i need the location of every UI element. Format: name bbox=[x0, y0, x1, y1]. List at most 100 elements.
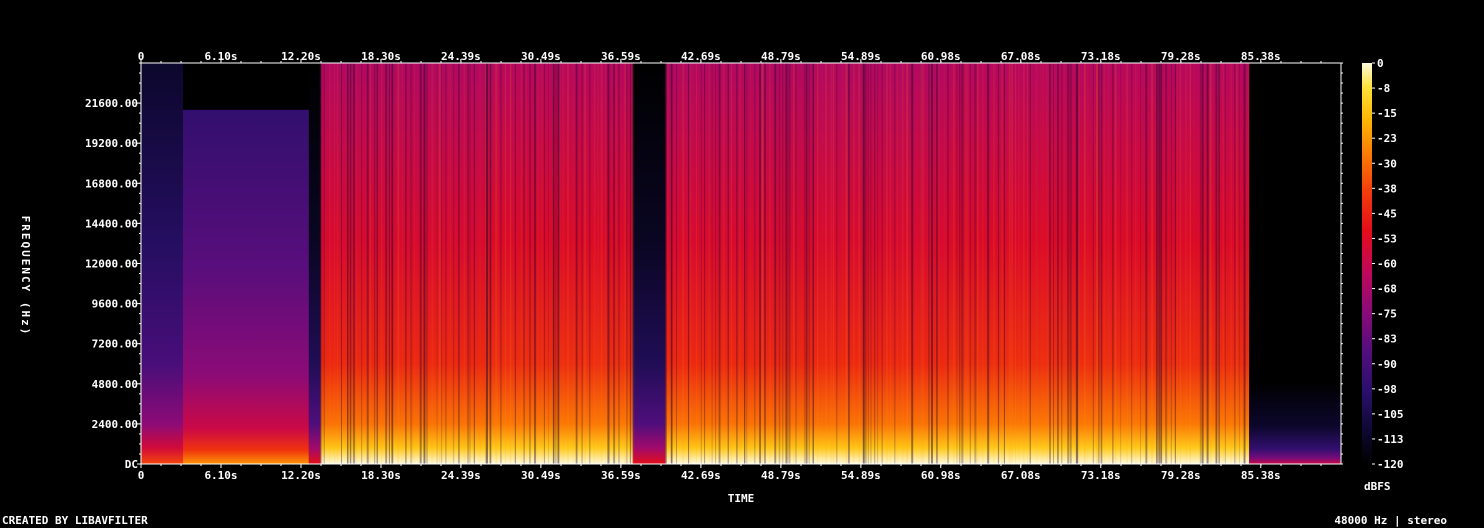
spectrogram-streak bbox=[727, 63, 729, 464]
colorbar-tick-label: -83 bbox=[1377, 333, 1397, 346]
spectrogram-streak bbox=[825, 63, 827, 464]
spectrogram-streak bbox=[881, 63, 883, 464]
spectrogram-streak bbox=[959, 63, 961, 464]
spectrogram-streak bbox=[541, 63, 543, 464]
colorbar-tick-label: -60 bbox=[1377, 258, 1397, 271]
spectrogram-streak bbox=[845, 63, 848, 464]
spectrogram-streak bbox=[534, 63, 537, 464]
spectrogram-streak bbox=[1160, 63, 1163, 464]
x-tick-label: 0 bbox=[138, 469, 145, 482]
y-tick-label: 21600.00 bbox=[85, 97, 138, 110]
y-tick-label: DC bbox=[125, 458, 138, 471]
x-tick-label: 6.10s bbox=[204, 469, 237, 482]
spectrogram-streak bbox=[750, 63, 752, 464]
spectrogram-streak bbox=[901, 63, 904, 464]
spectrogram-streak bbox=[520, 63, 522, 464]
spectrogram-streak bbox=[1112, 63, 1114, 464]
spectrogram-streak bbox=[473, 63, 475, 464]
spectrogram-segment bbox=[183, 109, 309, 464]
spectrogram-streak bbox=[537, 63, 539, 464]
spectrogram-streak bbox=[1040, 63, 1042, 464]
spectrogram-streak bbox=[438, 63, 441, 464]
spectrogram-streak bbox=[593, 63, 596, 464]
spectrogram-streak bbox=[947, 63, 949, 464]
spectrogram-streak bbox=[785, 63, 788, 464]
spectrogram-streak bbox=[1042, 63, 1044, 464]
spectrogram-segment bbox=[141, 63, 183, 464]
spectrogram-segment bbox=[485, 63, 633, 464]
spectrogram-streak bbox=[870, 63, 872, 464]
spectrogram-plot-area bbox=[141, 63, 1341, 464]
spectrogram-streak bbox=[969, 63, 971, 464]
spectrogram-streak bbox=[696, 63, 697, 464]
spectrogram-streak bbox=[624, 63, 626, 464]
spectrogram-streak bbox=[618, 63, 620, 464]
spectrogram-streak bbox=[529, 63, 531, 464]
spectrogram-streak bbox=[1120, 63, 1122, 464]
spectrogram-streak bbox=[682, 63, 685, 464]
x-tick-label: 79.28s bbox=[1161, 469, 1201, 482]
spectrogram-streak bbox=[1201, 63, 1204, 464]
spectrogram-streak bbox=[426, 63, 428, 464]
spectrogram-streak bbox=[626, 63, 628, 464]
spectrogram-streak bbox=[376, 63, 378, 464]
spectrogram-streak bbox=[936, 63, 938, 464]
spectrogram-streak bbox=[1194, 63, 1195, 464]
spectrogram-streak bbox=[795, 63, 797, 464]
spectrogram-streak bbox=[436, 63, 438, 464]
spectrogram-streak bbox=[885, 63, 888, 464]
colorbar-tick-label: -120 bbox=[1377, 458, 1404, 471]
spectrogram-streak bbox=[730, 63, 732, 464]
spectrogram-streak bbox=[1103, 63, 1106, 464]
spectrogram-streak bbox=[778, 63, 781, 464]
spectrogram-streak bbox=[997, 63, 1000, 464]
spectrogram-streak bbox=[1015, 63, 1016, 464]
spectrogram-streak bbox=[821, 63, 823, 464]
segment-body bbox=[320, 63, 486, 464]
spectrogram-streak bbox=[562, 63, 564, 464]
spectrogram-streak bbox=[862, 63, 865, 464]
x-tick-label: 60.98s bbox=[921, 469, 961, 482]
spectrogram-streak bbox=[865, 63, 867, 464]
spectrogram-streak bbox=[1035, 63, 1038, 464]
spectrogram-streak bbox=[956, 63, 958, 464]
y-tick-label: 2400.00 bbox=[92, 418, 138, 431]
spectrogram-streak bbox=[572, 63, 575, 464]
spectrogram-streak bbox=[1011, 63, 1013, 464]
spectrogram-streak bbox=[401, 63, 403, 464]
spectrogram-streak bbox=[1001, 63, 1003, 464]
spectrogram-streak bbox=[329, 63, 331, 464]
spectrogram-streak bbox=[961, 63, 964, 464]
spectrogram-streak bbox=[1078, 63, 1080, 464]
spectrogram-streak bbox=[374, 63, 376, 464]
spectrogram-streak bbox=[1179, 63, 1181, 464]
spectrogram-streak bbox=[665, 63, 667, 464]
spectrogram-streak bbox=[867, 63, 869, 464]
spectrogram-streak bbox=[1185, 63, 1188, 464]
spectrogram-streak bbox=[1046, 63, 1048, 464]
spectrogram-streak bbox=[1100, 63, 1103, 464]
spectrogram-streak bbox=[938, 63, 940, 464]
segment-body bbox=[632, 63, 666, 464]
y-tick-label: 16800.00 bbox=[85, 177, 138, 190]
spectrogram-streak bbox=[500, 63, 502, 464]
spectrogram-streak bbox=[334, 63, 335, 464]
spectrogram-streak bbox=[485, 63, 488, 464]
spectrogram-streak bbox=[397, 63, 400, 464]
colorbar-label: dBFS bbox=[1364, 480, 1391, 493]
spectrogram-streak bbox=[413, 63, 415, 464]
spectrogram-streak bbox=[369, 63, 371, 464]
colorbar-tick-label: -30 bbox=[1377, 157, 1397, 170]
spectrogram-streak bbox=[469, 63, 471, 464]
spectrogram-streak bbox=[615, 63, 617, 464]
colorbar-ticks: 0 -8 -15 -23 -30 -38 -45 -53 -60 -68 -75 -83 -90 -98 -… bbox=[1372, 57, 1404, 471]
y-tick-label: 9600.00 bbox=[92, 298, 138, 311]
spectrogram-streak bbox=[1151, 63, 1154, 464]
spectrogram-streak bbox=[877, 63, 879, 464]
segment-body bbox=[485, 63, 633, 464]
spectrogram-streak bbox=[525, 63, 527, 464]
spectrogram-streak bbox=[629, 63, 632, 464]
spectrogram-streak bbox=[410, 63, 413, 464]
spectrogram-streak bbox=[1238, 63, 1240, 464]
spectrogram-streak bbox=[833, 63, 835, 464]
